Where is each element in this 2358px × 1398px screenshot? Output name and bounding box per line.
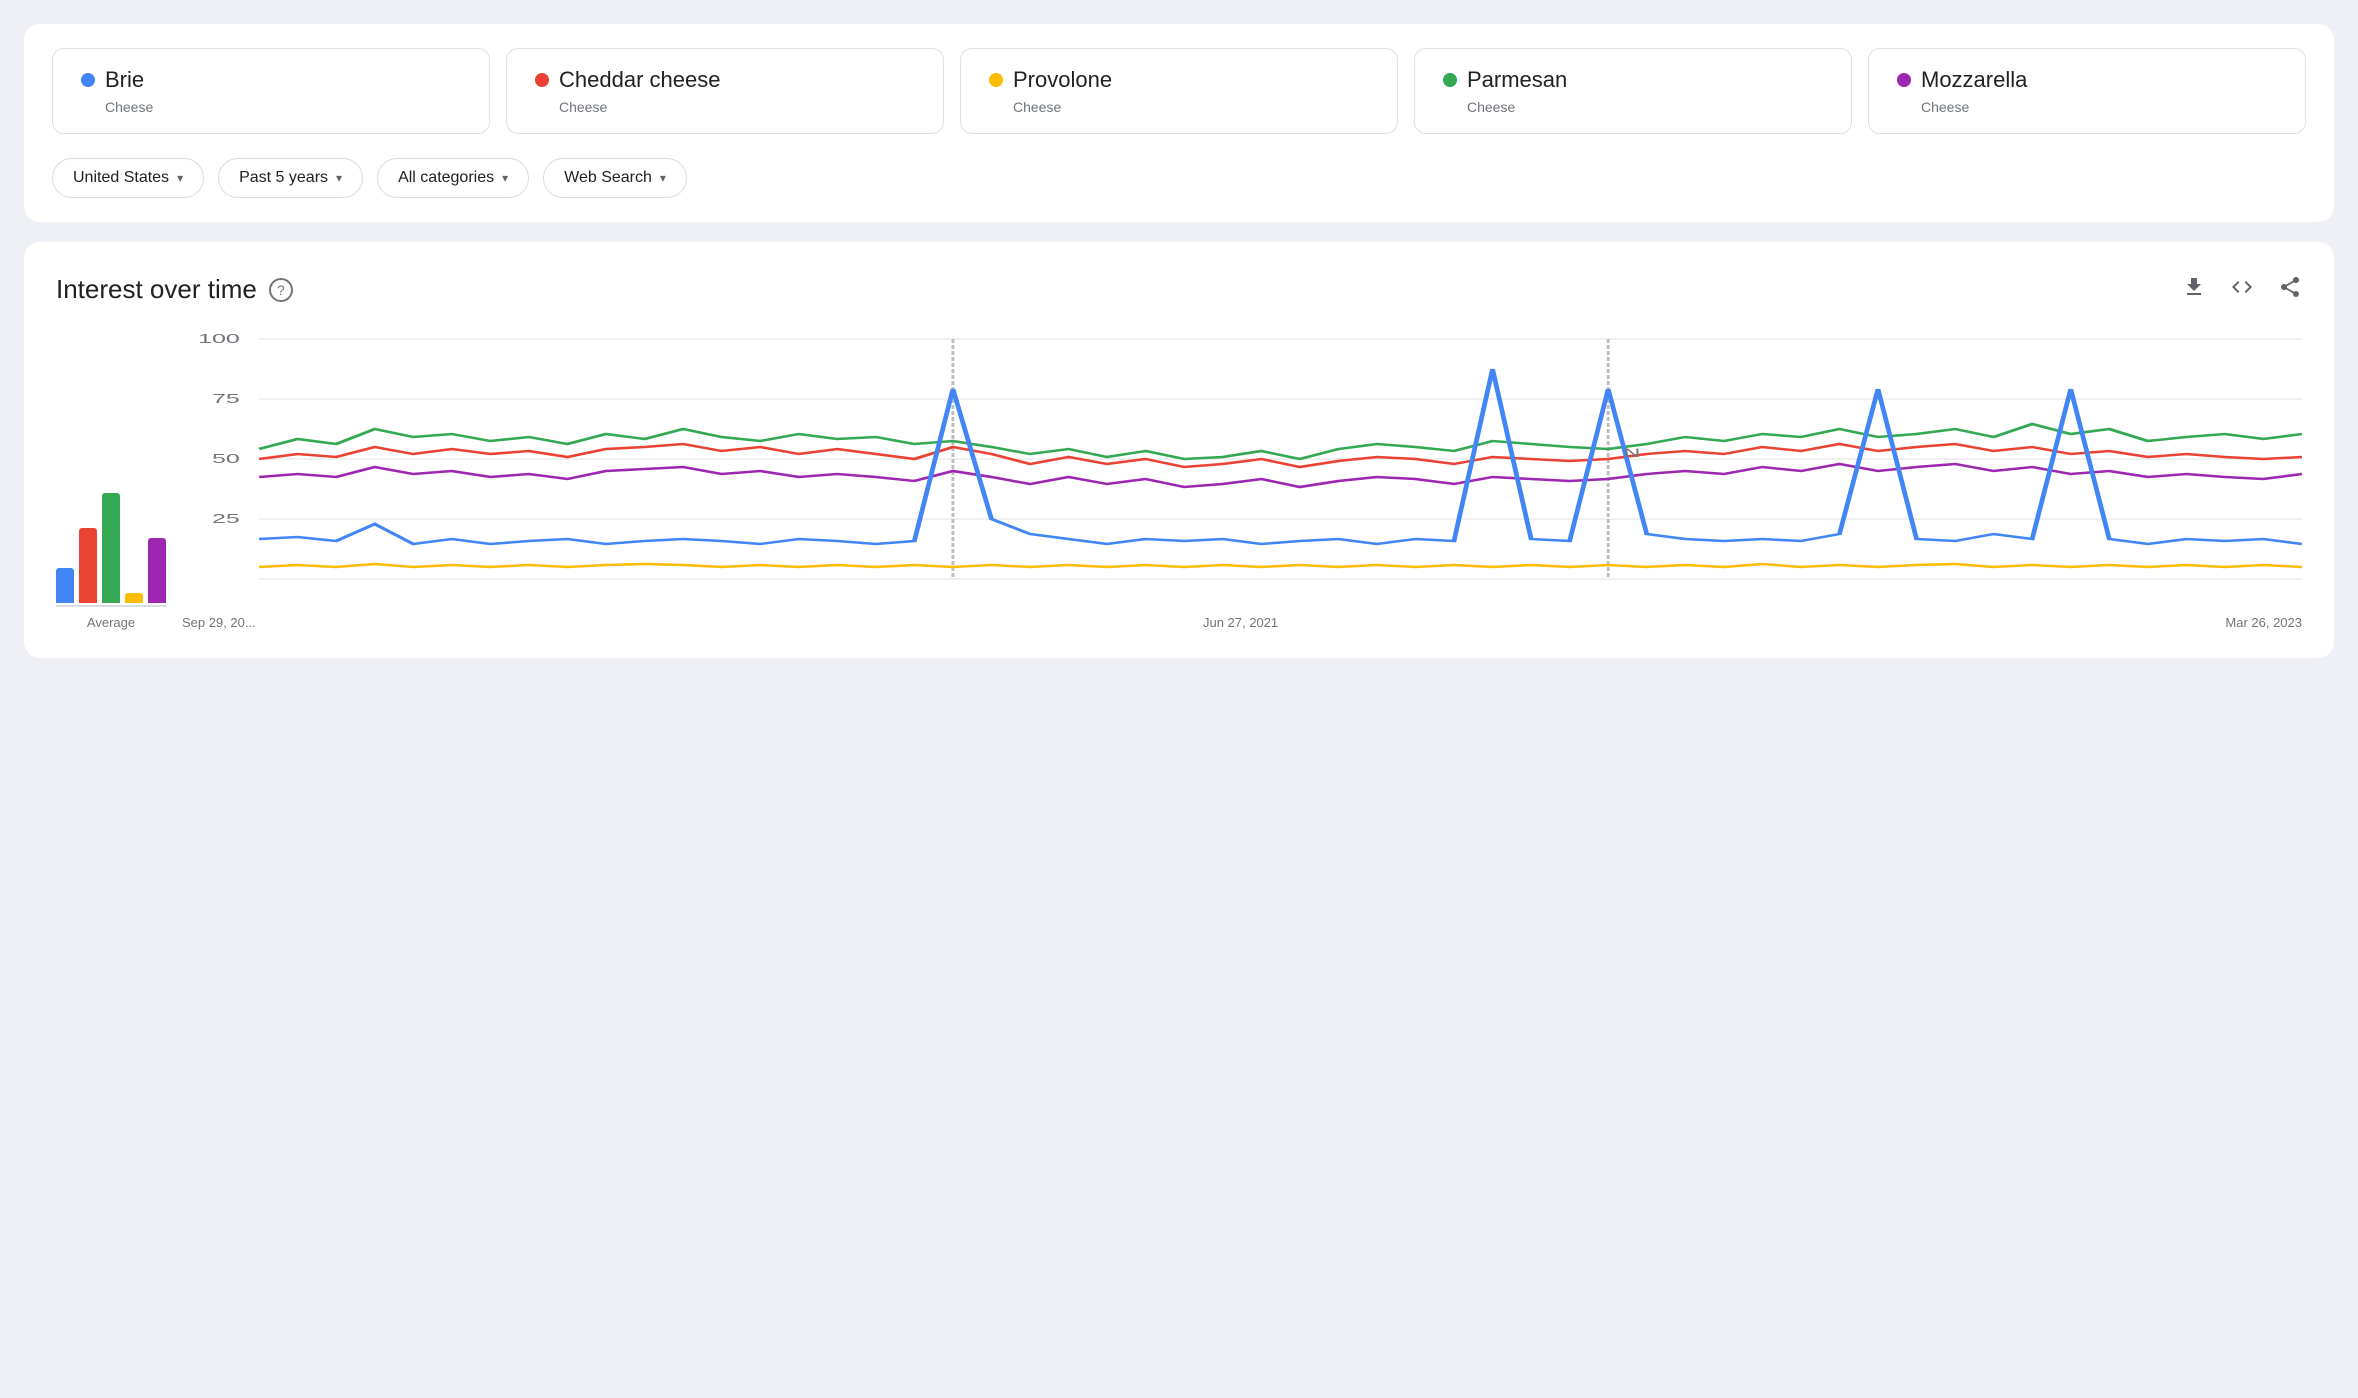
help-icon[interactable]: ?: [269, 278, 293, 302]
avg-bar-parmesan: [102, 493, 120, 603]
chip-dot-brie: [81, 73, 95, 87]
type-filter[interactable]: Web Search ▾: [543, 158, 687, 198]
chip-sub-cheddar: Cheese: [559, 99, 915, 115]
x-labels: Sep 29, 20... Jun 27, 2021 Mar 26, 2023: [182, 609, 2302, 630]
x-label-1: Jun 27, 2021: [1203, 615, 1278, 630]
share-icon[interactable]: [2278, 275, 2302, 305]
avg-bars: [56, 447, 166, 607]
period-label: Past 5 years: [239, 169, 328, 187]
chip-card-brie[interactable]: Brie Cheese: [52, 48, 490, 134]
avg-bar-cheddar: [79, 528, 97, 603]
chip-title-parmesan: Parmesan: [1443, 67, 1823, 93]
avg-bar-brie: [56, 568, 74, 603]
region-label: United States: [73, 169, 169, 187]
svg-text:25: 25: [212, 512, 240, 526]
filter-row: United States ▾ Past 5 years ▾ All categ…: [52, 158, 2306, 198]
region-chevron: ▾: [177, 171, 183, 185]
chip-dot-parmesan: [1443, 73, 1457, 87]
chart-area: Average 100 75 50 25: [56, 329, 2302, 630]
region-filter[interactable]: United States ▾: [52, 158, 204, 198]
chip-label-mozzarella: Mozzarella: [1921, 67, 2027, 93]
type-label: Web Search: [564, 169, 652, 187]
top-section: Brie Cheese Cheddar cheese Cheese Provolone C…: [24, 24, 2334, 222]
chart-section: Interest over time ? Average: [24, 242, 2334, 658]
x-label-2: Mar 26, 2023: [2225, 615, 2302, 630]
period-filter[interactable]: Past 5 years ▾: [218, 158, 363, 198]
chip-dot-cheddar: [535, 73, 549, 87]
svg-text:100: 100: [198, 332, 240, 346]
chip-title-provolone: Provolone: [989, 67, 1369, 93]
x-label-0: Sep 29, 20...: [182, 615, 256, 630]
chip-label-parmesan: Parmesan: [1467, 67, 1567, 93]
chip-card-parmesan[interactable]: Parmesan Cheese: [1414, 48, 1852, 134]
chip-card-cheddar[interactable]: Cheddar cheese Cheese: [506, 48, 944, 134]
chip-card-mozzarella[interactable]: Mozzarella Cheese: [1868, 48, 2306, 134]
chip-sub-brie: Cheese: [105, 99, 461, 115]
line-chart-wrapper: 100 75 50 25: [182, 329, 2302, 630]
chip-title-cheddar: Cheddar cheese: [535, 67, 915, 93]
embed-icon[interactable]: [2230, 275, 2254, 305]
chart-title-row: Interest over time ?: [56, 274, 293, 305]
chart-header: Interest over time ?: [56, 274, 2302, 305]
period-chevron: ▾: [336, 171, 342, 185]
search-chips: Brie Cheese Cheddar cheese Cheese Provolone C…: [52, 48, 2306, 134]
chart-actions: [2182, 275, 2302, 305]
chip-dot-mozzarella: [1897, 73, 1911, 87]
chart-title: Interest over time: [56, 274, 257, 305]
chip-sub-mozzarella: Cheese: [1921, 99, 2277, 115]
chip-dot-provolone: [989, 73, 1003, 87]
chip-label-brie: Brie: [105, 67, 144, 93]
download-icon[interactable]: [2182, 275, 2206, 305]
svg-text:75: 75: [212, 392, 240, 406]
category-chevron: ▾: [502, 171, 508, 185]
chip-card-provolone[interactable]: Provolone Cheese: [960, 48, 1398, 134]
chip-title-brie: Brie: [81, 67, 461, 93]
chip-sub-parmesan: Cheese: [1467, 99, 1823, 115]
type-chevron: ▾: [660, 171, 666, 185]
chip-sub-provolone: Cheese: [1013, 99, 1369, 115]
line-chart-svg: 100 75 50 25: [182, 329, 2302, 609]
category-filter[interactable]: All categories ▾: [377, 158, 529, 198]
chip-title-mozzarella: Mozzarella: [1897, 67, 2277, 93]
svg-text:N: N: [1624, 446, 1641, 460]
chip-label-provolone: Provolone: [1013, 67, 1112, 93]
avg-bar-provolone: [125, 593, 143, 603]
avg-bar-mozzarella: [148, 538, 166, 603]
chip-label-cheddar: Cheddar cheese: [559, 67, 720, 93]
category-label: All categories: [398, 169, 494, 187]
avg-bar-area: Average: [56, 447, 166, 630]
svg-text:50: 50: [212, 452, 240, 466]
avg-label: Average: [87, 615, 135, 630]
